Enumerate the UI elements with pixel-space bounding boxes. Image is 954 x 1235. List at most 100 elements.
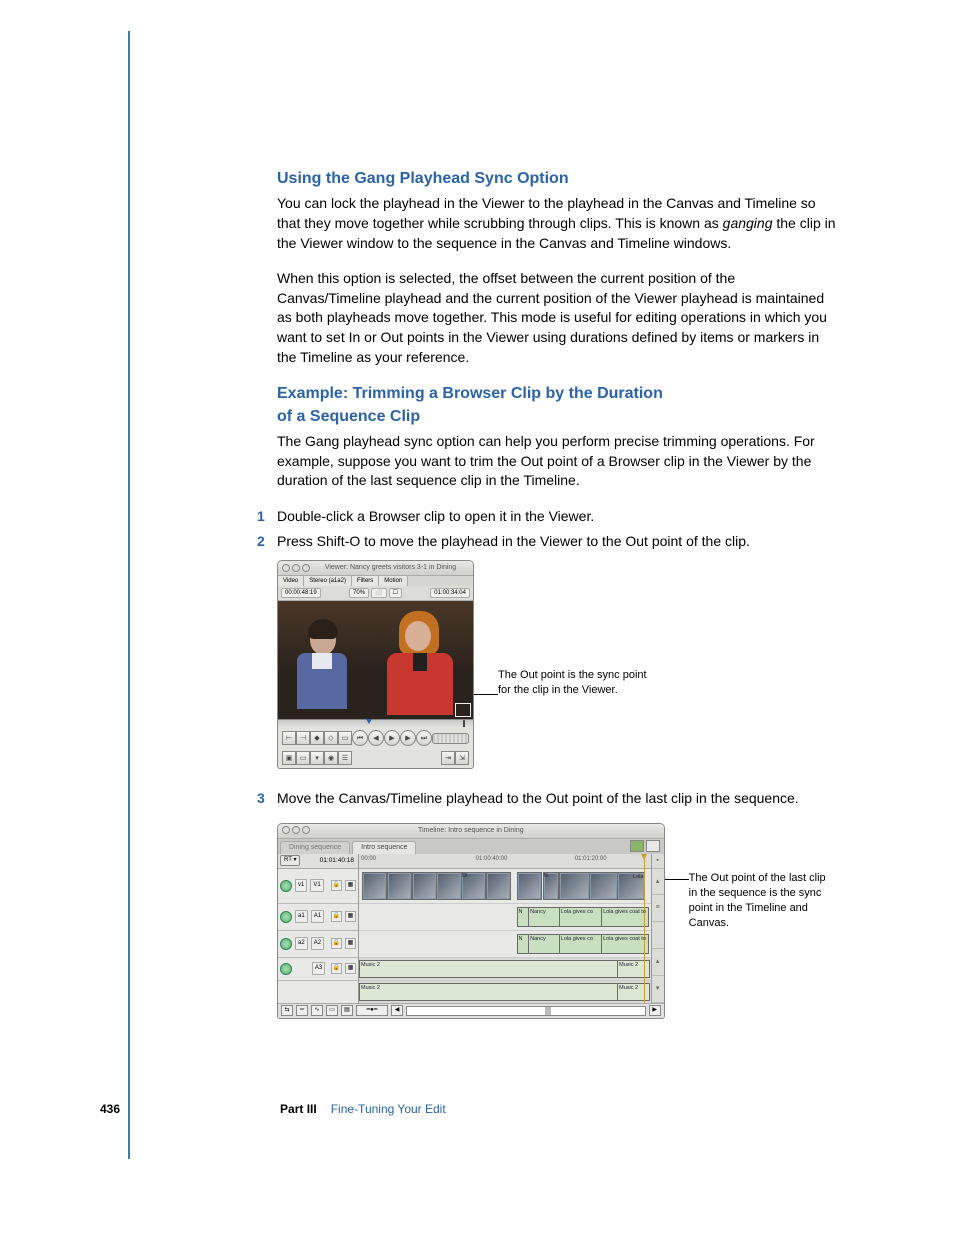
rt-popup[interactable]: RT ▾ [280, 855, 300, 865]
audio-clip[interactable]: Lola gives co [559, 907, 604, 927]
jog-control[interactable] [432, 733, 469, 744]
visibility-icon[interactable]: ▦ [345, 880, 356, 891]
viewer-canvas[interactable] [278, 601, 473, 719]
marker-button[interactable]: ◆ [310, 731, 324, 745]
dest-a2[interactable]: A2 [311, 937, 324, 949]
button-bar[interactable] [646, 840, 660, 852]
source-a2[interactable]: a2 [295, 937, 308, 949]
zoom-popup[interactable]: 70% [349, 588, 369, 598]
scrubber-bar[interactable] [278, 719, 473, 727]
music-clip[interactable]: Music 2 [359, 983, 620, 1001]
source-v1[interactable]: v1 [295, 879, 307, 891]
scroll-track[interactable] [652, 922, 664, 949]
music-clip[interactable]: Music 2 [359, 960, 620, 978]
match-frame-button[interactable]: ▣ [282, 751, 296, 765]
insert-button[interactable]: ⇥ [441, 751, 455, 765]
mark-clip-button[interactable]: ▭ [296, 751, 310, 765]
video-clip[interactable] [362, 872, 387, 900]
dest-a1[interactable]: A1 [311, 910, 324, 922]
keyframe-button[interactable]: ◇ [324, 731, 338, 745]
timecode-current[interactable]: 01:00:34:04 [430, 588, 470, 598]
track-a1[interactable]: N Nancy Lola gives co Lola gives coat to [359, 904, 651, 931]
track-a2[interactable]: N Nancy Lola gives co Lola gives coat to [359, 931, 651, 958]
video-clip[interactable]: Di [461, 872, 486, 900]
timeline-ruler[interactable]: 00:00 01:00:40:00 01:01:20:00 [359, 854, 651, 869]
zoom-icon[interactable] [302, 826, 310, 834]
timeline-playhead[interactable] [644, 854, 645, 1003]
video-clip[interactable] [559, 872, 590, 900]
auto-select-icon[interactable] [280, 938, 292, 950]
view-popup[interactable]: ⬜ [371, 588, 386, 598]
audio-clip[interactable]: Nancy [528, 907, 561, 927]
video-clip[interactable] [589, 872, 617, 900]
next-edit-button[interactable]: ⏭ [416, 730, 432, 746]
zoom-icon[interactable] [302, 564, 310, 572]
video-clip[interactable] [486, 872, 511, 900]
auto-select-icon[interactable] [280, 911, 292, 923]
music-clip[interactable]: Music 2 [617, 960, 650, 978]
track-v1[interactable]: Di N Lola [359, 869, 651, 904]
audio-clip[interactable]: Lola gives coat to [601, 907, 649, 927]
minimize-icon[interactable] [292, 826, 300, 834]
timecode-duration[interactable]: 00:00:48:19 [281, 588, 321, 598]
playhead-icon[interactable] [366, 719, 372, 724]
lock-icon[interactable]: 🔒 [331, 911, 342, 922]
recent-button[interactable]: ▾ [310, 751, 324, 765]
auto-select-icon[interactable] [280, 880, 292, 892]
close-icon[interactable] [282, 564, 290, 572]
music-clip[interactable]: Music 2 [617, 983, 650, 1001]
h-scrollbar[interactable] [406, 1006, 646, 1016]
tab-video[interactable]: Video [278, 576, 304, 586]
video-clip[interactable] [517, 872, 542, 900]
mute-icon[interactable]: ▦ [345, 911, 356, 922]
tab-dining[interactable]: Dining sequence [280, 841, 350, 854]
video-clip[interactable]: Lola [617, 872, 645, 900]
clip-button[interactable]: ▭ [338, 731, 352, 745]
scroll-down[interactable]: ▾ [652, 976, 664, 1003]
tab-filters[interactable]: Filters [352, 576, 379, 586]
video-clip[interactable] [412, 872, 437, 900]
timeline-timecode[interactable]: 01:01:40:18 [303, 856, 356, 865]
timeline-tracks[interactable]: 00:00 01:00:40:00 01:01:20:00 Di N [359, 854, 651, 1003]
step-back-button[interactable]: ◀ [368, 730, 384, 746]
sync-button[interactable]: ☰ [338, 751, 352, 765]
tab-stereo[interactable]: Stereo (a1a2) [304, 576, 352, 586]
auto-select-icon[interactable] [280, 963, 292, 975]
video-clip[interactable]: N [543, 872, 560, 900]
mark-in-button[interactable]: ⊢ [282, 731, 296, 745]
audio-clip[interactable]: Nancy [528, 934, 561, 954]
mute-icon[interactable]: ▦ [345, 963, 356, 974]
minimize-icon[interactable] [292, 564, 300, 572]
zoom-slider[interactable]: ━●━ [356, 1005, 388, 1016]
overwrite-button[interactable]: ⇲ [455, 751, 469, 765]
track-a4[interactable]: Music 2 Music 2 [359, 981, 651, 1003]
scroll-left[interactable]: ◀ [391, 1005, 403, 1016]
audio-clip[interactable]: Lola gives coat to [601, 934, 649, 954]
track-size-button[interactable]: ▤ [341, 1005, 353, 1016]
step-fwd-button[interactable]: ▶ [400, 730, 416, 746]
lock-icon[interactable]: 🔒 [331, 938, 342, 949]
close-icon[interactable] [282, 826, 290, 834]
tab-intro[interactable]: Intro sequence [352, 841, 416, 854]
dest-v1[interactable]: V1 [310, 879, 323, 891]
lock-icon[interactable]: 🔒 [331, 880, 342, 891]
audio-clip[interactable]: Lola gives co [559, 934, 604, 954]
scroll-up[interactable]: ▴ [652, 869, 664, 896]
source-a1[interactable]: a1 [295, 910, 308, 922]
rt-indicator[interactable] [630, 840, 644, 852]
video-clip[interactable] [436, 872, 461, 900]
snap-button[interactable]: ═ [296, 1005, 308, 1016]
video-clip[interactable] [387, 872, 412, 900]
track-a3[interactable]: Music 2 Music 2 [359, 958, 651, 981]
keyframe-button[interactable]: ∿ [311, 1005, 323, 1016]
scroll-up-2[interactable]: ▴ [652, 949, 664, 976]
overlay-button[interactable]: ▭ [326, 1005, 338, 1016]
tab-motion[interactable]: Motion [379, 576, 408, 586]
track-height[interactable]: ≡ [652, 895, 664, 922]
scroll-right[interactable]: ▶ [649, 1005, 661, 1016]
static-region[interactable]: ▪ [652, 854, 664, 869]
out-point-marker[interactable] [459, 720, 465, 727]
gen-button[interactable]: ◉ [324, 751, 338, 765]
mark-out-button[interactable]: ⊣ [296, 731, 310, 745]
lock-icon[interactable]: 🔒 [331, 963, 342, 974]
